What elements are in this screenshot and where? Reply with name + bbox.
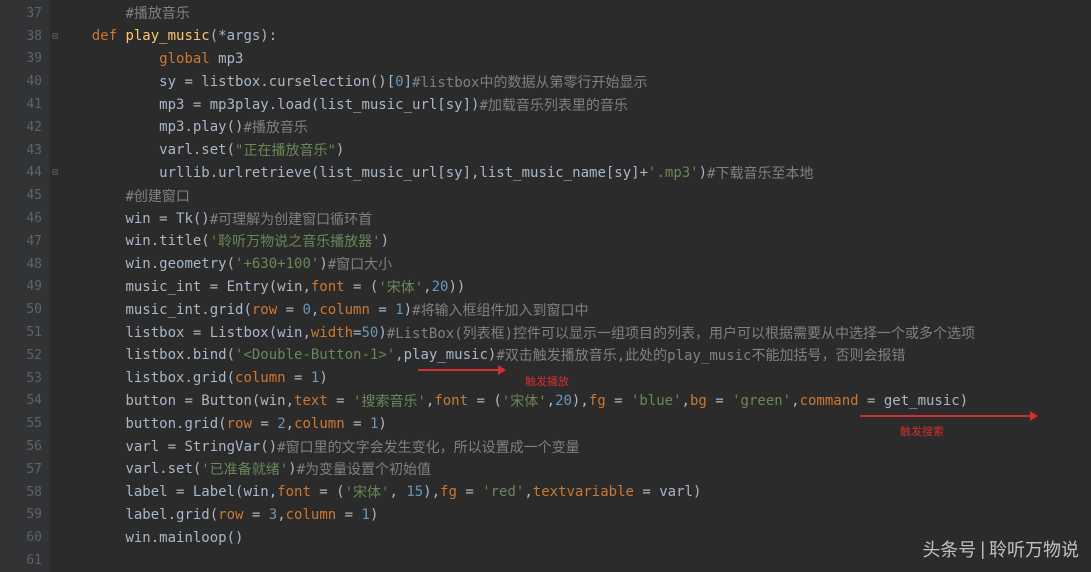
line-number: 54 bbox=[0, 390, 50, 413]
code-line: def play_music(*args): bbox=[50, 25, 1091, 48]
line-number: 57 bbox=[0, 458, 50, 481]
watermark-label: 头条号 bbox=[922, 536, 976, 562]
code-line: music_int = Entry(win,font = ('宋体',20)) bbox=[50, 276, 1091, 299]
code-line: sy = listbox.curselection()[0]#listbox中的… bbox=[50, 70, 1091, 93]
code-line: button = Button(win,text = '搜索音乐',font =… bbox=[50, 390, 1091, 413]
watermark-divider: | bbox=[980, 539, 985, 560]
code-line: varl.set('已准备就绪')#为变量设置个初始值 bbox=[50, 458, 1091, 481]
watermark: 头条号 | 聆听万物说 bbox=[922, 536, 1079, 562]
line-number: 43 bbox=[0, 139, 50, 162]
code-line: urllib.urlretrieve(list_music_url[sy],li… bbox=[50, 162, 1091, 185]
code-line: win.title('聆听万物说之音乐播放器') bbox=[50, 230, 1091, 253]
line-number: 48 bbox=[0, 253, 50, 276]
line-number: 44⊟ bbox=[0, 162, 50, 185]
code-line: #播放音乐 bbox=[50, 2, 1091, 25]
line-number: 50 bbox=[0, 298, 50, 321]
code-line: win.geometry('+630+100')#窗口大小 bbox=[50, 253, 1091, 276]
line-number: 40 bbox=[0, 70, 50, 93]
line-number: 52 bbox=[0, 344, 50, 367]
annotation-arrow-icon bbox=[418, 369, 498, 371]
code-area[interactable]: #播放音乐 def play_music(*args): global mp3 … bbox=[50, 0, 1091, 572]
annotation-text: 触发搜索 bbox=[900, 423, 944, 439]
line-number: 61 bbox=[0, 549, 50, 572]
line-number: 53 bbox=[0, 367, 50, 390]
line-number: 42 bbox=[0, 116, 50, 139]
watermark-name: 聆听万物说 bbox=[989, 536, 1079, 562]
line-number: 51 bbox=[0, 321, 50, 344]
code-line: win = Tk()#可理解为创建窗口循环首 bbox=[50, 207, 1091, 230]
line-number: 46 bbox=[0, 207, 50, 230]
line-number: 47 bbox=[0, 230, 50, 253]
line-number: 45 bbox=[0, 184, 50, 207]
line-number: 37 bbox=[0, 2, 50, 25]
line-number: 41 bbox=[0, 93, 50, 116]
code-editor[interactable]: 37 38⊟ 39 40 41 42 43 44⊟ 45 46 47 48 49… bbox=[0, 0, 1091, 572]
annotation-text: 触发播放 bbox=[525, 373, 569, 389]
code-line: label = Label(win,font = ('宋体', 15),fg =… bbox=[50, 481, 1091, 504]
code-line: music_int.grid(row = 0,column = 1)#将输入框组… bbox=[50, 298, 1091, 321]
line-number: 59 bbox=[0, 504, 50, 527]
line-number-gutter: 37 38⊟ 39 40 41 42 43 44⊟ 45 46 47 48 49… bbox=[0, 0, 50, 572]
code-line: label.grid(row = 3,column = 1) bbox=[50, 504, 1091, 527]
line-number: 49 bbox=[0, 276, 50, 299]
line-number: 39 bbox=[0, 48, 50, 71]
code-line: listbox.grid(column = 1) bbox=[50, 367, 1091, 390]
line-number: 56 bbox=[0, 435, 50, 458]
code-line: mp3 = mp3play.load(list_music_url[sy])#加… bbox=[50, 93, 1091, 116]
annotation-arrow-icon bbox=[860, 415, 1030, 417]
code-line: varl.set("正在播放音乐") bbox=[50, 139, 1091, 162]
line-number: 58 bbox=[0, 481, 50, 504]
line-number: 60 bbox=[0, 526, 50, 549]
code-line: mp3.play()#播放音乐 bbox=[50, 116, 1091, 139]
line-number: 55 bbox=[0, 412, 50, 435]
code-line: global mp3 bbox=[50, 48, 1091, 71]
code-line: #创建窗口 bbox=[50, 184, 1091, 207]
line-number: 38⊟ bbox=[0, 25, 50, 48]
code-line: listbox = Listbox(win,width=50)#ListBox(… bbox=[50, 321, 1091, 344]
code-line: listbox.bind('<Double-Button-1>',play_mu… bbox=[50, 344, 1091, 367]
